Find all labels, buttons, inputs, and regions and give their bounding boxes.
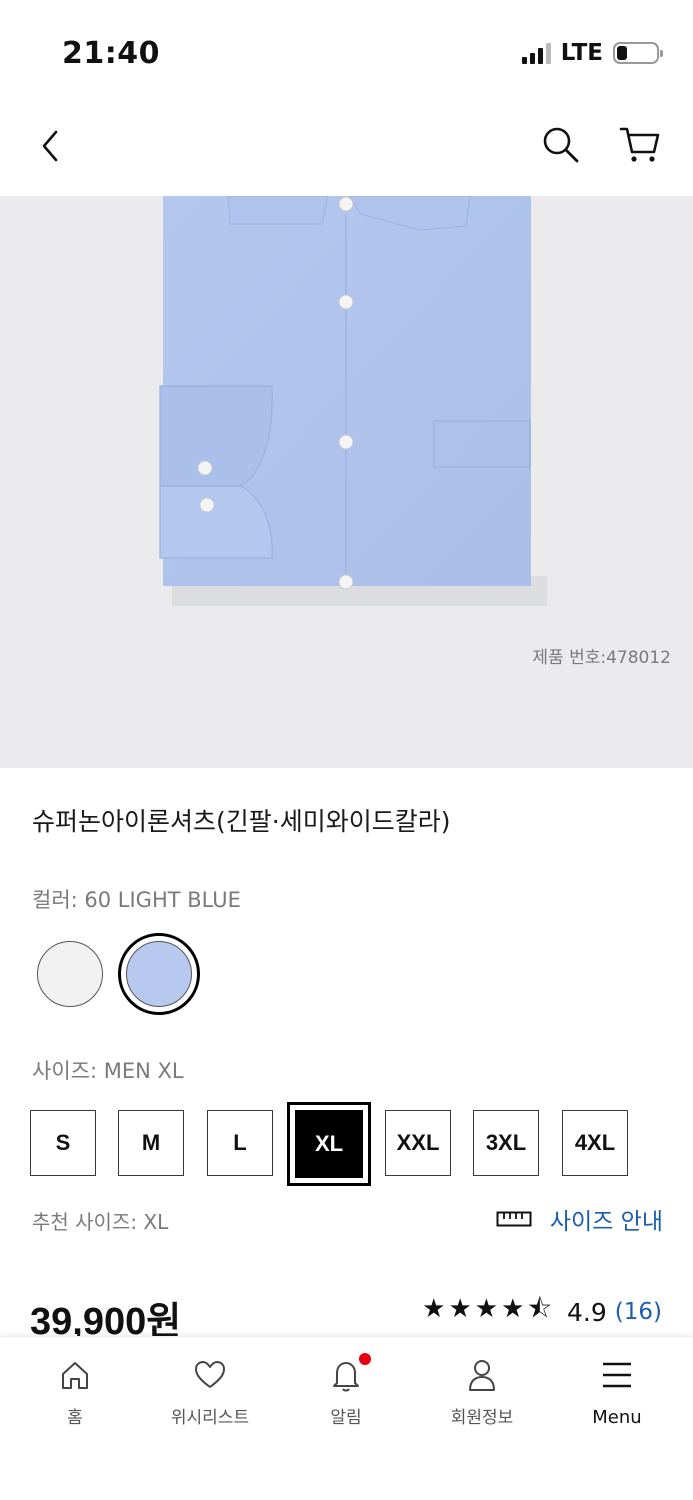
notification-badge [359,1353,371,1365]
bell-icon [333,1362,359,1392]
ruler-icon [496,1211,532,1227]
home-icon [62,1362,88,1389]
nav-item-wishlist[interactable]: 위시리스트 [150,1357,270,1428]
product-image[interactable]: 제품 번호:478012 [0,196,693,768]
size-button-m[interactable]: M [118,1110,184,1176]
size-button-3xl[interactable]: 3XL [473,1110,539,1176]
nav-label-home: 홈 [67,1408,83,1428]
nav-item-home[interactable]: 홈 [15,1357,135,1428]
back-button[interactable] [36,126,70,166]
search-button[interactable] [540,124,582,166]
size-label: 사이즈: MEN XL [32,1059,184,1083]
size-button-xxl[interactable]: XXL [385,1110,451,1176]
user-icon [469,1360,495,1391]
nav-label-wishlist: 위시리스트 [170,1408,250,1428]
heart-icon [195,1361,225,1388]
recommended-size: 추천 사이즈: XL [32,1210,169,1234]
size-button-4xl[interactable]: 4XL [562,1110,628,1176]
color-label: 컬러: 60 LIGHT BLUE [32,888,241,912]
status-bar: 21:40 LTE [0,0,693,100]
nav-item-menu[interactable]: Menu [557,1357,677,1428]
nav-label-member: 회원정보 [450,1408,514,1428]
bottom-nav: 홈 위시리스트 알림 회원정보 Menu [0,1336,693,1500]
cart-button[interactable] [618,122,662,166]
review-count-link[interactable]: (16) [615,1299,662,1325]
size-guide-label: 사이즈 안내 [549,1209,663,1235]
cart-icon [619,127,660,162]
app-header [0,100,693,196]
shirt-illustration [159,196,547,606]
product-number: 제품 번호:478012 [532,648,671,668]
star-rating-icons: ★★★★⯪ [422,1294,556,1324]
chevron-left-icon [42,130,58,162]
size-button-l[interactable]: L [207,1110,273,1176]
network-label: LTE [560,40,603,66]
status-time: 21:40 [62,36,160,71]
size-button-xl-label: XL [295,1110,363,1178]
nav-label-menu: Menu [592,1407,642,1428]
signal-icon [521,42,551,64]
color-swatch-white[interactable] [37,941,103,1007]
status-indicators: LTE [521,40,663,66]
nav-item-member[interactable]: 회원정보 [422,1357,542,1428]
rating[interactable]: ★★★★⯪ 4.9 (16) [422,1290,662,1334]
menu-icon [603,1362,631,1388]
color-swatch-fill [126,941,192,1007]
size-guide-link[interactable]: 사이즈 안내 [496,1202,663,1236]
size-button-xl[interactable]: XL [287,1102,371,1186]
nav-item-notifications[interactable]: 알림 [286,1353,406,1428]
battery-icon [613,42,663,64]
color-swatch-light-blue[interactable] [118,933,200,1015]
size-button-s[interactable]: S [30,1110,96,1176]
rating-value: 4.9 [567,1297,607,1327]
search-icon [543,127,579,163]
nav-label-notifications: 알림 [330,1408,362,1428]
product-title: 슈퍼논아이론셔츠(긴팔·세미와이드칼라) [32,807,451,836]
